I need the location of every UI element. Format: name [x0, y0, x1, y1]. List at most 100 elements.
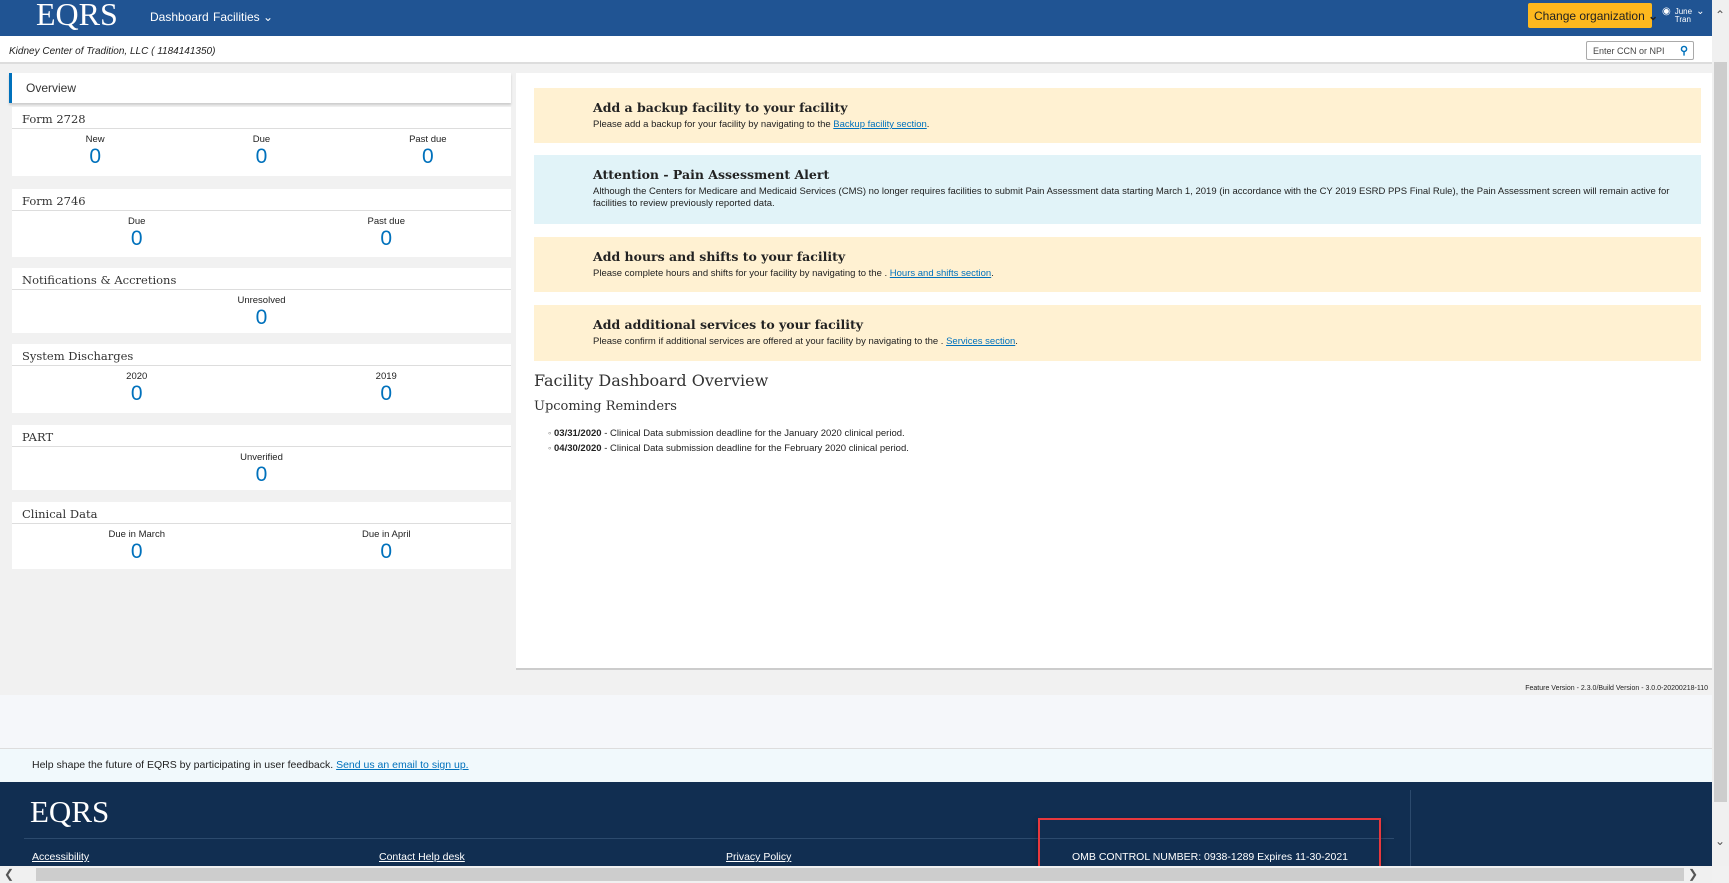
ccn-npi-search-input[interactable]: Enter CCN or NPI ⚲	[1586, 41, 1694, 60]
summary-card: Form 2746 Due 0 Past due 0	[12, 189, 511, 257]
cell-label: New	[85, 134, 105, 145]
nav-facilities[interactable]: Facilities ⌄	[213, 10, 273, 24]
top-header: EQRS Dashboard Facilities ⌄ Change organ…	[0, 0, 1712, 36]
alert-body: Please add a backup for your facility by…	[593, 119, 834, 130]
alert-banner: Attention - Pain Assessment Alert Althoug…	[534, 155, 1701, 224]
alert-link[interactable]: Services section	[946, 336, 1015, 347]
feedback-signup-link[interactable]: Send us an email to sign up.	[336, 759, 469, 771]
chevron-down-icon: ⌄	[1648, 9, 1659, 23]
cell-count[interactable]: 0	[12, 145, 178, 169]
alert-text: Please complete hours and shifts for you…	[593, 268, 1701, 280]
alert-text: Although the Centers for Medicare and Me…	[593, 186, 1701, 210]
card-title: System Discharges	[12, 344, 511, 366]
user-last-name: Tran	[1674, 15, 1691, 24]
chevron-down-icon: ⌄	[1696, 6, 1705, 17]
cell-label: 2020	[126, 371, 148, 382]
horizontal-scroll-thumb[interactable]	[36, 868, 1684, 881]
sub-header: Kidney Center of Tradition, LLC ( 118414…	[0, 36, 1712, 64]
user-menu[interactable]: ◉ June Tran ⌄	[1662, 6, 1705, 24]
alert-banner: Add additional services to your facility…	[534, 305, 1701, 361]
reminder-item: ◦ 03/31/2020 - Clinical Data submission …	[548, 428, 905, 439]
card-title: Notifications & Accretions	[12, 268, 511, 290]
card-title: PART	[12, 425, 511, 447]
cell-label: 2019	[375, 371, 397, 382]
cell-count[interactable]: 0	[262, 227, 512, 251]
search-icon[interactable]: ⚲	[1680, 44, 1688, 57]
cell-label: Unverified	[240, 452, 283, 463]
cell-count[interactable]: 0	[262, 540, 512, 564]
footer-link-accessibility[interactable]: Accessibility	[32, 851, 89, 863]
alert-banner: Add hours and shifts to your facility Ple…	[534, 237, 1701, 292]
card-title: Form 2746	[12, 189, 511, 211]
alert-title: Add hours and shifts to your facility	[593, 249, 846, 264]
summary-cell[interactable]: Due 0	[12, 211, 262, 251]
alert-title: Add additional services to your facility	[593, 317, 864, 332]
scroll-down-icon[interactable]: ⌄	[1715, 834, 1725, 848]
main-panel: Add a backup facility to your facility Pl…	[516, 73, 1712, 670]
alert-title: Attention - Pain Assessment Alert	[593, 167, 830, 182]
summary-card: System Discharges 2020 0 2019 0	[12, 344, 511, 413]
summary-cell[interactable]: Unverified 0	[12, 447, 511, 487]
vertical-scrollbar[interactable]: ⌃ ⌄	[1712, 0, 1729, 866]
vertical-scroll-thumb[interactable]	[1714, 62, 1727, 802]
reminder-text: - Clinical Data submission deadline for …	[601, 443, 909, 454]
alert-body: Please complete hours and shifts for you…	[593, 268, 890, 279]
highlight-box	[1038, 818, 1381, 870]
cell-label: Past due	[409, 134, 447, 145]
cell-count[interactable]: 0	[262, 382, 512, 406]
alert-text: Please add a backup for your facility by…	[593, 119, 1701, 131]
summary-card: Form 2728 New 0 Due 0 Past due 0	[12, 107, 511, 176]
summary-card: Clinical Data Due in March 0 Due in April 0	[12, 502, 511, 569]
cell-count[interactable]: 0	[12, 382, 262, 406]
summary-cell[interactable]: Unresolved 0	[12, 290, 511, 330]
cell-label: Due in March	[108, 529, 166, 540]
scroll-left-icon[interactable]: ❮	[4, 867, 14, 881]
alert-end: .	[926, 119, 930, 130]
cell-count[interactable]: 0	[178, 145, 344, 169]
horizontal-scrollbar[interactable]: ❮ ❯	[0, 866, 1712, 883]
eqrs-logo[interactable]: EQRS	[36, 0, 118, 33]
summary-cell[interactable]: Due in April 0	[262, 524, 512, 564]
alert-link[interactable]: Hours and shifts section	[890, 268, 991, 279]
summary-cell[interactable]: 2019 0	[262, 366, 512, 406]
page-title: Facility Dashboard Overview	[534, 371, 769, 390]
search-placeholder: Enter CCN or NPI	[1593, 46, 1665, 56]
footer-divider-vertical	[1410, 790, 1411, 866]
spacer	[0, 695, 1712, 748]
alert-banner: Add a backup facility to your facility Pl…	[534, 88, 1701, 143]
cell-count[interactable]: 0	[345, 145, 511, 169]
alert-link[interactable]: Backup facility section	[833, 119, 926, 130]
alert-text: Please confirm if additional services ar…	[593, 336, 1701, 348]
change-organization-button[interactable]: Change organization ⌄	[1528, 3, 1658, 28]
cell-count[interactable]: 0	[12, 227, 262, 251]
footer-link-privacy-policy[interactable]: Privacy Policy	[726, 851, 791, 863]
overview-sidebar: Overview Form 2728 New 0 Due 0 Past due 0 Form …	[9, 73, 511, 569]
footer-link-contact-help-desk[interactable]: Contact Help desk	[379, 851, 465, 863]
summary-card: PART Unverified 0	[12, 425, 511, 490]
summary-cell[interactable]: Due in March 0	[12, 524, 262, 564]
reminder-date: 03/31/2020	[554, 428, 602, 439]
cell-count[interactable]: 0	[12, 463, 511, 487]
upcoming-reminders-heading: Upcoming Reminders	[534, 399, 677, 414]
scroll-right-icon[interactable]: ❯	[1688, 867, 1698, 881]
footer-logo: EQRS	[30, 794, 110, 829]
scroll-up-icon[interactable]: ⌃	[1715, 8, 1725, 22]
summary-cell[interactable]: Past due 0	[262, 211, 512, 251]
reminder-text: - Clinical Data submission deadline for …	[601, 428, 905, 439]
summary-cell[interactable]: Past due 0	[345, 129, 511, 169]
summary-cell[interactable]: New 0	[12, 129, 178, 169]
organization-name: Kidney Center of Tradition, LLC ( 118414…	[9, 46, 216, 57]
cell-label: Past due	[367, 216, 406, 227]
cell-count[interactable]: 0	[12, 306, 511, 330]
summary-cell[interactable]: 2020 0	[12, 366, 262, 406]
version-info: Feature Version - 2.3.0/Build Version - …	[1525, 685, 1708, 692]
cell-label: Unresolved	[237, 295, 286, 306]
cell-count[interactable]: 0	[12, 540, 262, 564]
tab-overview[interactable]: Overview	[9, 73, 511, 103]
summary-card: Notifications & Accretions Unresolved 0	[12, 268, 511, 333]
change-organization-label: Change organization	[1534, 9, 1645, 23]
nav-dashboard[interactable]: Dashboard	[150, 10, 209, 24]
feedback-text: Help shape the future of EQRS by partici…	[32, 759, 337, 771]
cell-label: Due	[128, 216, 146, 227]
summary-cell[interactable]: Due 0	[178, 129, 344, 169]
